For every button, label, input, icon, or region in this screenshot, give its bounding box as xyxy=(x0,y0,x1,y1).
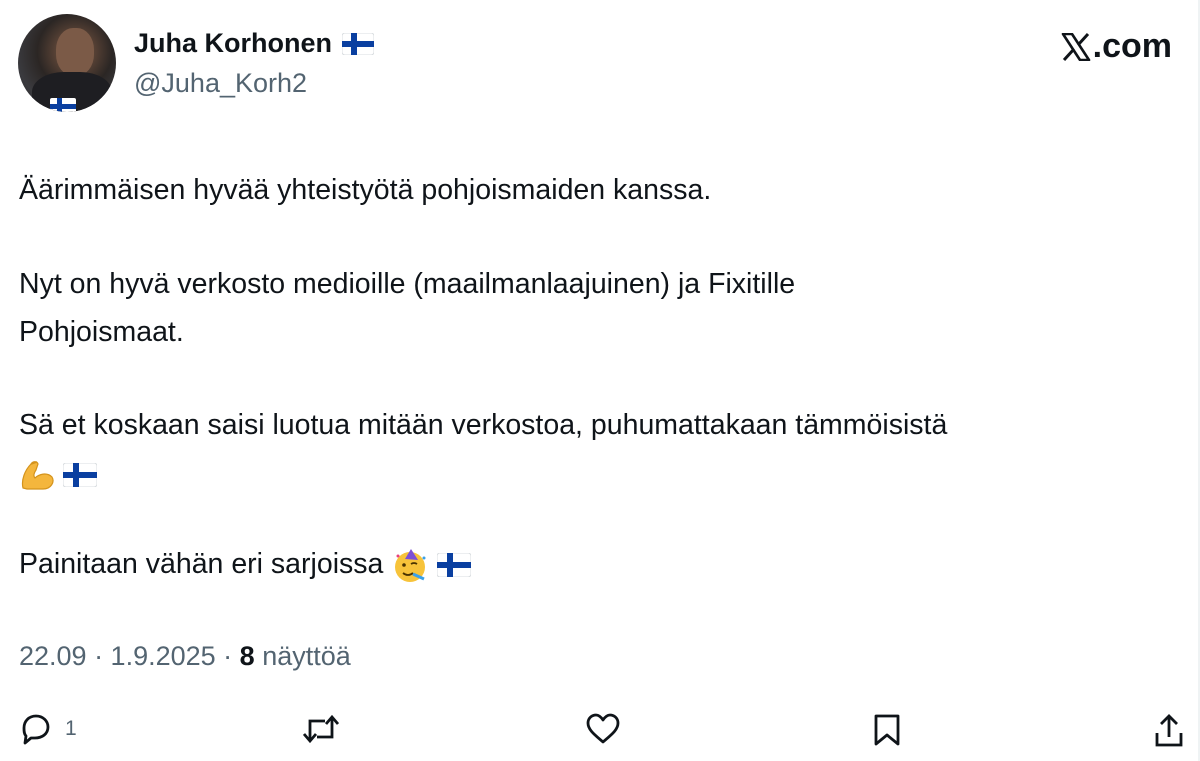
post-text-line-5 xyxy=(19,455,97,493)
post-timestamp[interactable]: 22.09 · 1.9.2025 · xyxy=(19,641,240,671)
flexed-biceps-icon xyxy=(21,461,54,491)
post-text-line-2: Nyt on hyvä verkosto medioille (maailman… xyxy=(19,268,796,300)
bookmark-icon xyxy=(874,714,900,746)
x-logo-text: .com xyxy=(1092,27,1172,65)
share-button[interactable] xyxy=(1153,713,1185,749)
post-text-line-6-text: Painitaan vähän eri sarjoissa xyxy=(19,548,384,580)
avatar-head xyxy=(56,28,94,76)
author-name[interactable]: Juha Korhonen xyxy=(134,28,332,59)
avatar[interactable] xyxy=(18,14,116,112)
x-icon xyxy=(1061,32,1090,61)
reply-button[interactable]: 1 xyxy=(19,713,77,745)
x-logo: .com xyxy=(1061,27,1172,66)
post-text-line-4: Sä et koskaan saisi luotua mitään verkos… xyxy=(19,409,948,441)
repost-icon xyxy=(302,714,340,744)
post-text-line-6: Painitaan vähän eri sarjoissa xyxy=(19,545,472,584)
finland-flag-icon xyxy=(50,98,76,112)
bookmark-button[interactable] xyxy=(872,713,902,747)
like-button[interactable] xyxy=(585,713,621,745)
reply-count: 1 xyxy=(65,717,77,740)
author-handle[interactable]: @Juha_Korh2 xyxy=(134,68,307,99)
post-meta: 22.09 · 1.9.2025 · 8 näyttöä xyxy=(19,641,351,672)
partying-face-icon xyxy=(395,549,426,583)
finland-flag-icon xyxy=(342,32,375,55)
share-icon xyxy=(1155,714,1183,747)
view-label: näyttöä xyxy=(254,641,351,671)
post-text-line-3: Pohjoismaat. xyxy=(19,316,184,348)
finland-flag-icon xyxy=(437,553,472,578)
author-name-row: Juha Korhonen xyxy=(134,28,375,59)
finland-flag-icon xyxy=(62,463,97,488)
post-text-line-1: Äärimmäisen hyvää yhteistyötä pohjoismai… xyxy=(19,174,712,206)
reply-icon xyxy=(22,714,50,745)
repost-button[interactable] xyxy=(301,713,341,745)
view-count: 8 xyxy=(239,641,255,671)
heart-icon xyxy=(586,713,620,744)
action-bar: 1 xyxy=(0,705,1200,753)
